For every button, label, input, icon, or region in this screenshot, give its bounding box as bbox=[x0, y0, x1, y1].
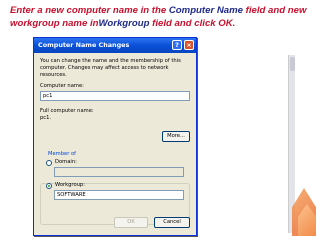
dialog-description: You can change the name and the membersh… bbox=[40, 58, 181, 78]
dialog-title: Computer Name Changes bbox=[38, 41, 130, 49]
computer-name-changes-dialog: Computer Name Changes ? × You can change… bbox=[33, 37, 197, 236]
close-button[interactable]: × bbox=[184, 40, 194, 50]
workgroup-radio[interactable] bbox=[46, 183, 52, 189]
workgroup-label: Workgroup: bbox=[55, 182, 85, 188]
domain-field[interactable] bbox=[54, 167, 184, 177]
domain-radio[interactable] bbox=[46, 160, 52, 166]
close-icon: × bbox=[186, 41, 192, 49]
ok-button[interactable]: OK bbox=[114, 217, 148, 228]
domain-label: Domain: bbox=[55, 159, 77, 165]
instruction-part-1: Enter a new computer name in the bbox=[10, 5, 169, 16]
computer-name-field[interactable]: pc1 bbox=[40, 91, 190, 101]
full-computer-name-label: Full computer name: bbox=[40, 108, 94, 114]
computer-name-keyword: Computer Name bbox=[168, 5, 243, 16]
more-button[interactable]: More... bbox=[162, 131, 190, 142]
cancel-button[interactable]: Cancel bbox=[154, 217, 190, 228]
instruction-line-1: Enter a new computer name in the Compute… bbox=[2, 4, 320, 30]
instruction-text: Enter a new computer name in the Compute… bbox=[2, 4, 320, 30]
member-of-label: Member of bbox=[46, 151, 78, 158]
help-button[interactable]: ? bbox=[172, 40, 182, 50]
help-icon: ? bbox=[175, 41, 179, 49]
instruction-part-3: field and click OK. bbox=[149, 18, 236, 29]
scrollbar-thumb[interactable] bbox=[290, 57, 295, 71]
computer-name-label: Computer name: bbox=[40, 83, 84, 89]
workgroup-keyword: Workgroup bbox=[98, 18, 150, 29]
workgroup-field[interactable]: SOFTWARE bbox=[54, 190, 184, 200]
dialog-titlebar[interactable]: Computer Name Changes ? × bbox=[34, 38, 196, 53]
full-computer-name-value: pc1. bbox=[40, 115, 52, 121]
